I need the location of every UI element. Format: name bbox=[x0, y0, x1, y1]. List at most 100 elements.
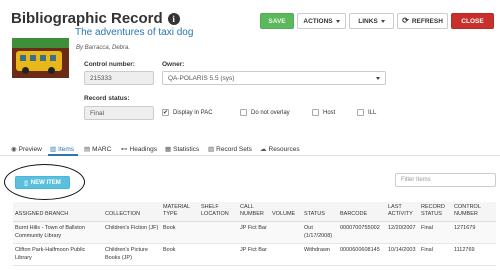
tab-statistics-label: Statistics bbox=[173, 145, 200, 153]
record-tabs: ◉ Preview ▥ Items ▤ MARC ⊷ Headings ▦ St… bbox=[0, 142, 500, 156]
info-icon[interactable]: i bbox=[167, 12, 180, 25]
new-item-button[interactable]: ▯ NEW ITEM bbox=[15, 176, 70, 189]
new-item-icon: ▯ bbox=[24, 179, 28, 187]
tab-record-sets-label: Record Sets bbox=[216, 145, 252, 153]
tab-record-sets[interactable]: ▧ Record Sets bbox=[208, 145, 252, 154]
display-in-pac-label: Display in PAC bbox=[173, 109, 213, 116]
tab-resources-label: Resources bbox=[268, 145, 300, 153]
record-status-label: Record status: bbox=[84, 95, 130, 102]
save-button[interactable]: SAVE bbox=[260, 13, 294, 29]
column-header[interactable]: BARCODE bbox=[338, 202, 386, 223]
record-title-link[interactable]: The adventures of taxi dog bbox=[75, 27, 193, 38]
tab-items[interactable]: ▥ Items bbox=[50, 145, 75, 154]
checkbox-empty-icon bbox=[240, 109, 247, 116]
column-header[interactable]: VOLUME bbox=[270, 202, 302, 223]
ill-checkbox[interactable]: ILL bbox=[357, 109, 376, 116]
control-number-label: Control number: bbox=[84, 61, 135, 68]
checkbox-empty-icon bbox=[312, 109, 319, 116]
do-not-overlay-checkbox[interactable]: Do not overlay bbox=[240, 109, 290, 116]
toolbar: SAVE ACTIONS LINKS ⟳ REFRESH CLOSE bbox=[260, 13, 494, 29]
column-header[interactable]: STATUS bbox=[302, 202, 338, 223]
cell-volume bbox=[270, 243, 302, 266]
close-button-label: CLOSE bbox=[461, 17, 484, 25]
tab-preview[interactable]: ◉ Preview bbox=[11, 145, 42, 154]
cell-last-activity: 12/20/2007 bbox=[386, 221, 419, 245]
display-in-pac-checkbox[interactable]: ✔ Display in PAC bbox=[162, 109, 213, 116]
chevron-down-icon bbox=[376, 76, 380, 80]
record-sets-icon: ▧ bbox=[208, 146, 215, 153]
cell-record-status: Final bbox=[419, 243, 452, 266]
links-button[interactable]: LINKS bbox=[349, 13, 394, 29]
tab-marc-label: MARC bbox=[92, 145, 112, 153]
column-header[interactable]: SHELF LOCATION bbox=[199, 202, 238, 223]
new-item-label: NEW ITEM bbox=[30, 179, 61, 186]
chevron-down-icon bbox=[380, 19, 385, 23]
page-title: Bibliographic Record i bbox=[11, 10, 180, 27]
items-table: ASSIGNED BRANCH COLLECTION MATERIAL TYPE… bbox=[13, 202, 496, 266]
control-number-field: 215333 bbox=[84, 71, 154, 85]
cell-control-number: 1271679 bbox=[452, 221, 496, 245]
links-button-label: LINKS bbox=[358, 17, 378, 25]
refresh-button[interactable]: ⟳ REFRESH bbox=[397, 13, 448, 29]
cell-call-number: JP Fict Bar bbox=[238, 221, 270, 245]
tab-marc[interactable]: ▤ MARC bbox=[84, 145, 112, 154]
cell-material-type: Book bbox=[161, 243, 199, 266]
column-header[interactable]: MATERIAL TYPE bbox=[161, 202, 199, 223]
cell-record-status: Final bbox=[419, 221, 452, 245]
table-row[interactable]: Clifton Park-Halfmoon Public Library Chi… bbox=[13, 243, 496, 266]
cell-control-number: 1112769 bbox=[452, 243, 496, 266]
cell-volume bbox=[270, 221, 302, 245]
page-title-text: Bibliographic Record bbox=[11, 10, 163, 27]
checkbox-checked-icon: ✔ bbox=[162, 109, 169, 116]
table-row[interactable]: Burnt Hills - Town of Ballston Community… bbox=[13, 221, 496, 245]
cell-shelf-location bbox=[199, 221, 238, 245]
active-tab-indicator bbox=[48, 154, 78, 156]
tab-headings-label: Headings bbox=[129, 145, 157, 153]
cell-call-number: JP Fict Bar bbox=[238, 243, 270, 266]
cell-collection: Children's Fiction (JF) bbox=[103, 221, 161, 245]
table-header-row: ASSIGNED BRANCH COLLECTION MATERIAL TYPE… bbox=[13, 202, 496, 223]
refresh-icon: ⟳ bbox=[402, 16, 409, 25]
cell-material-type: Book bbox=[161, 221, 199, 245]
column-header[interactable]: CONTROL NUMBER bbox=[452, 202, 496, 223]
actions-button-label: ACTIONS bbox=[303, 17, 333, 25]
column-header[interactable]: LAST ACTIVITY bbox=[386, 202, 419, 223]
column-header[interactable]: CALL NUMBER bbox=[238, 202, 270, 223]
host-checkbox[interactable]: Host bbox=[312, 109, 335, 116]
cell-assigned-branch: Burnt Hills - Town of Ballston Community… bbox=[13, 221, 103, 245]
tab-resources[interactable]: ☁ Resources bbox=[260, 145, 300, 154]
actions-button[interactable]: ACTIONS bbox=[297, 13, 346, 29]
owner-select[interactable]: QA-POLARIS 5.5 (sys) bbox=[162, 71, 386, 85]
ill-label: ILL bbox=[368, 109, 377, 116]
statistics-icon: ▦ bbox=[165, 146, 172, 153]
record-author: By Barracca, Debra. bbox=[76, 45, 131, 51]
items-icon: ▥ bbox=[50, 146, 57, 153]
host-label: Host bbox=[323, 109, 336, 116]
tab-items-label: Items bbox=[58, 145, 75, 153]
save-button-label: SAVE bbox=[268, 17, 286, 25]
owner-label: Owner: bbox=[162, 61, 185, 68]
filter-items-input[interactable]: Filter Items bbox=[395, 173, 496, 187]
refresh-button-label: REFRESH bbox=[411, 17, 443, 25]
record-status-field: Final bbox=[84, 106, 154, 120]
marc-icon: ▤ bbox=[84, 146, 91, 153]
checkbox-empty-icon bbox=[357, 109, 364, 116]
close-button[interactable]: CLOSE bbox=[451, 13, 494, 29]
column-header[interactable]: ASSIGNED BRANCH bbox=[13, 202, 103, 223]
tab-statistics[interactable]: ▦ Statistics bbox=[165, 145, 200, 154]
cell-status: Out (1/17/2008) bbox=[302, 221, 338, 245]
cell-barcode: 0000700755002 bbox=[338, 221, 386, 245]
book-cover-image bbox=[12, 38, 69, 78]
chevron-down-icon bbox=[335, 19, 340, 23]
column-header[interactable]: COLLECTION bbox=[103, 202, 161, 223]
column-header[interactable]: RECORD STATUS bbox=[419, 202, 452, 223]
owner-select-value: QA-POLARIS 5.5 (sys) bbox=[168, 74, 235, 82]
cell-shelf-location bbox=[199, 243, 238, 266]
cell-collection: Children's Picture Books (JP) bbox=[103, 243, 161, 266]
cell-barcode: 0000600608145 bbox=[338, 243, 386, 266]
tab-headings[interactable]: ⊷ Headings bbox=[121, 145, 157, 154]
headings-icon: ⊷ bbox=[121, 146, 128, 153]
eye-icon: ◉ bbox=[11, 146, 17, 153]
cell-last-activity: 10/14/2003 bbox=[386, 243, 419, 266]
cloud-icon: ☁ bbox=[260, 146, 267, 153]
